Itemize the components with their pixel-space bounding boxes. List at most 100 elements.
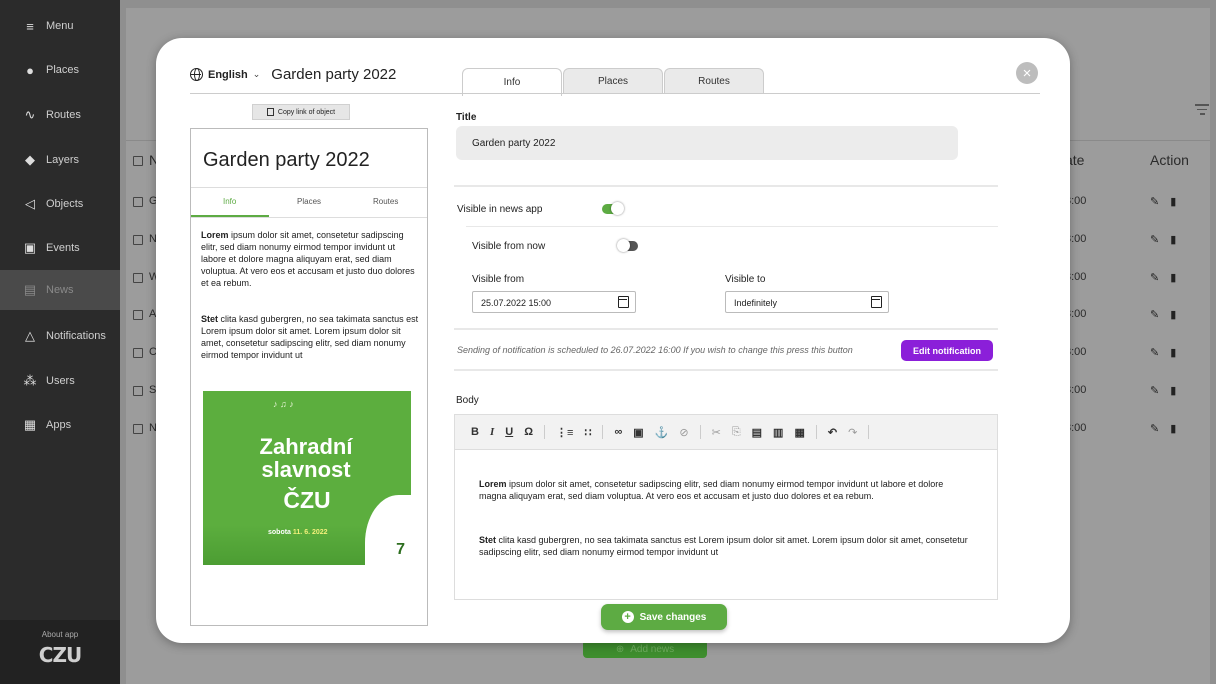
tab-bar: Info Places Routes: [462, 68, 765, 96]
close-button[interactable]: ×: [1016, 62, 1038, 84]
tab-places[interactable]: Places: [563, 68, 663, 94]
unlink-icon[interactable]: ⊘: [679, 426, 688, 439]
sidebar-item-layers[interactable]: ◆ Layers: [0, 140, 120, 180]
body-editor[interactable]: Lorem ipsum dolor sit amet, consetetur s…: [454, 450, 998, 600]
row-actions: ✎ ▮: [1150, 423, 1181, 435]
divider: [454, 369, 998, 371]
add-news-label: Add news: [630, 643, 675, 655]
calendar-icon[interactable]: [618, 296, 629, 308]
poster-title: Zahradní slavnost: [259, 434, 353, 482]
sidebar-item-notifications[interactable]: △ Notifications: [0, 316, 120, 356]
preview-tab-info[interactable]: Info: [223, 197, 236, 206]
row-actions: ✎ ▮: [1150, 309, 1181, 321]
globe-icon: [190, 68, 203, 81]
redo-icon[interactable]: ↷: [848, 426, 857, 439]
anchor-icon[interactable]: ⚓: [655, 426, 669, 439]
image-icon[interactable]: ▣: [633, 426, 643, 439]
divider: [454, 185, 998, 187]
visible-from-now-toggle[interactable]: [617, 239, 638, 252]
apps-icon: ▦: [23, 417, 37, 432]
paste-word-icon[interactable]: ▦: [794, 426, 804, 439]
modal-title: Garden party 2022: [271, 66, 397, 83]
sidebar-item-apps[interactable]: ▦ Apps: [0, 405, 120, 445]
preview-tab-places[interactable]: Places: [297, 197, 321, 206]
edit-notification-button[interactable]: Edit notification: [901, 340, 993, 361]
sidebar-item-events[interactable]: ▣ Events: [0, 228, 120, 268]
link-icon[interactable]: ∞: [614, 426, 622, 438]
preview-paragraph: Lorem ipsum dolor sit amet, consetetur s…: [201, 230, 415, 288]
bell-icon: △: [25, 328, 35, 343]
editor-paragraph: Stet clita kasd gubergren, no sea takima…: [479, 535, 968, 557]
copy-icon[interactable]: ⎘: [732, 426, 741, 439]
poster-date: sobota 11. 6. 2022: [268, 529, 328, 536]
menu-label: Menu: [46, 20, 74, 32]
preview-title: Garden party 2022: [203, 149, 370, 171]
sidebar-item-label: Layers: [46, 154, 80, 166]
row-actions: ✎ ▮: [1150, 347, 1181, 359]
italic-button[interactable]: I: [490, 426, 494, 438]
sidebar-item-label: Notifications: [46, 330, 106, 342]
sidebar-item-label: Objects: [46, 198, 84, 210]
row-actions: ✎ ▮: [1150, 196, 1181, 208]
visible-to-input[interactable]: Indefinitely: [725, 291, 889, 313]
czu-logo: CZU: [38, 643, 82, 667]
visible-to-label: Visible to: [725, 274, 766, 285]
toolbar-separator: [602, 425, 604, 439]
close-icon: ×: [1022, 64, 1032, 82]
body-label: Body: [456, 395, 479, 406]
save-changes-button[interactable]: + Save changes: [601, 604, 727, 630]
layers-icon: ◆: [25, 152, 35, 167]
about-app[interactable]: About app CZU: [0, 620, 120, 684]
paste-text-icon[interactable]: ▥: [773, 426, 783, 439]
underline-button[interactable]: U: [505, 426, 513, 438]
divider: [466, 226, 998, 227]
chevron-down-icon: ⌄: [252, 69, 261, 79]
users-icon: ⁂: [23, 373, 37, 388]
mobile-preview: Garden party 2022 Info Places Routes Lor…: [190, 128, 428, 626]
toolbar-separator: [699, 425, 701, 439]
visible-from-label: Visible from: [472, 274, 525, 285]
cut-icon[interactable]: ✂: [712, 426, 721, 439]
bold-button[interactable]: B: [471, 426, 479, 438]
save-changes-label: Save changes: [639, 611, 707, 623]
tab-routes[interactable]: Routes: [664, 68, 764, 94]
plus-circle-icon: +: [621, 611, 634, 623]
language-selector[interactable]: English ⌄ Garden party 2022: [190, 66, 396, 83]
divider: [191, 187, 427, 188]
sidebar-item-label: Events: [46, 242, 80, 254]
sidebar-item-places[interactable]: ● Places: [0, 50, 120, 90]
sidebar-item-routes[interactable]: ∿ Routes: [0, 95, 120, 135]
select-all-checkbox: [133, 156, 143, 166]
event-poster-image: ♪ ♫ ♪ Zahradní slavnost ČZU sobota 11. 6.…: [203, 391, 411, 565]
sidebar-item-users[interactable]: ⁂ Users: [0, 361, 120, 401]
sidebar-item-objects[interactable]: ◁ Objects: [0, 184, 120, 224]
divider: [191, 217, 427, 218]
bullet-list-icon[interactable]: ∷: [584, 426, 591, 439]
plus-circle-icon: ⊕: [615, 643, 625, 655]
calendar-icon[interactable]: [871, 296, 882, 308]
music-notes-decoration: ♪ ♫ ♪: [273, 399, 294, 409]
notification-notice: Sending of notification is scheduled to …: [457, 345, 853, 355]
numbered-list-icon[interactable]: ⋮≡: [556, 426, 573, 439]
sidebar-item-label: Places: [46, 64, 80, 76]
preview-tab-routes[interactable]: Routes: [373, 197, 398, 206]
row-checkbox: [133, 197, 143, 207]
row-actions: ✎ ▮: [1150, 234, 1181, 246]
divider: [454, 328, 998, 330]
copy-link-button[interactable]: Copy link of object: [252, 104, 350, 120]
special-char-button[interactable]: Ω: [524, 426, 533, 438]
row-checkbox: [133, 424, 143, 434]
visible-in-news-toggle[interactable]: [602, 202, 624, 215]
sidebar-item-news[interactable]: ▤ News: [0, 270, 120, 310]
undo-icon[interactable]: ↶: [828, 426, 837, 439]
paste-icon[interactable]: ▤: [752, 426, 762, 439]
tab-info[interactable]: Info: [462, 68, 562, 96]
title-input[interactable]: Garden party 2022: [456, 126, 958, 160]
visible-from-input[interactable]: 25.07.2022 15:00: [472, 291, 636, 313]
preview-paragraph: Stet clita kasd gubergren, no sea takima…: [201, 314, 419, 360]
news-icon: ▤: [23, 282, 37, 297]
toggle-knob: [611, 202, 624, 215]
edit-news-modal: × English ⌄ Garden party 2022 Info Place…: [156, 38, 1070, 643]
menu-toggle[interactable]: ≡ Menu: [0, 6, 120, 46]
sidebar: ≡ Menu ● Places ∿ Routes ◆ Layers ◁ Obje…: [0, 0, 120, 684]
